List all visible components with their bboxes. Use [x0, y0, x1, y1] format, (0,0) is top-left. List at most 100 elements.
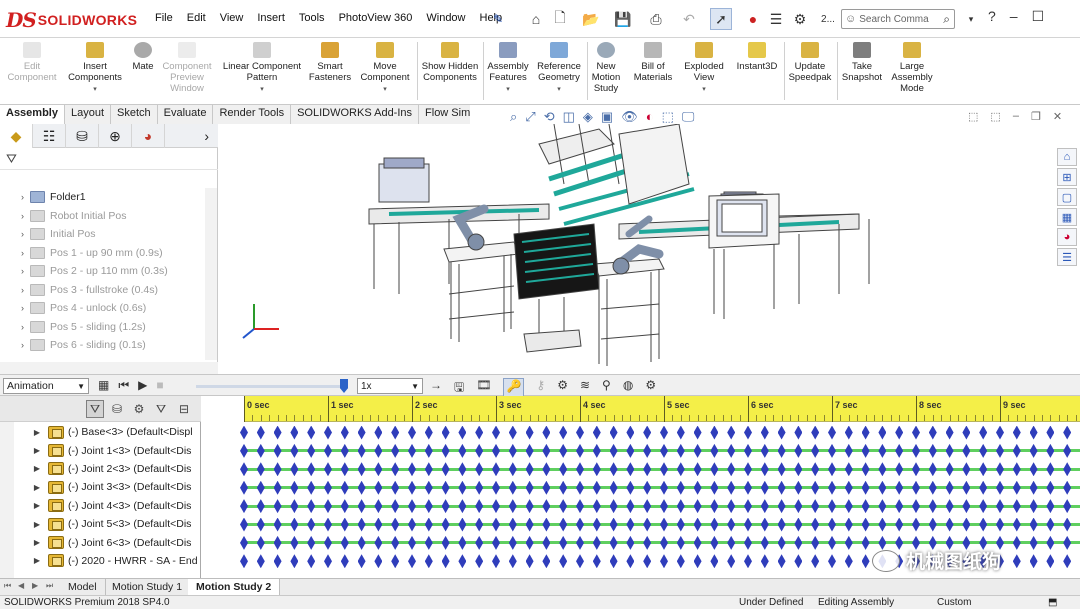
- keyframe-icon[interactable]: [777, 517, 786, 532]
- keyframe-icon[interactable]: [240, 499, 248, 514]
- keyframe-icon[interactable]: [307, 480, 316, 495]
- keyframe-icon[interactable]: [542, 462, 551, 477]
- keyframe-icon[interactable]: [760, 554, 769, 569]
- keyframe-icon[interactable]: [710, 499, 719, 514]
- keyframe-icon[interactable]: [559, 499, 568, 514]
- keyframe-icon[interactable]: [1029, 535, 1038, 550]
- keyframe-icon[interactable]: [408, 425, 416, 440]
- keyframe-icon[interactable]: [777, 535, 786, 550]
- tab-model[interactable]: Model: [60, 579, 106, 595]
- keyframe-icon[interactable]: [240, 554, 248, 569]
- keyframe-icon[interactable]: [945, 443, 954, 458]
- keyframe-icon[interactable]: [576, 517, 584, 532]
- keyframe-icon[interactable]: [374, 517, 383, 532]
- undo-icon[interactable]: ↶: [676, 8, 702, 30]
- keyframe-icon[interactable]: [340, 554, 349, 569]
- pin-icon[interactable]: ✎: [493, 12, 503, 26]
- keyframe-icon[interactable]: [256, 443, 265, 458]
- keyframe-icon[interactable]: [777, 462, 786, 477]
- keyframe-icon[interactable]: [878, 499, 887, 514]
- view-palette-icon[interactable]: ▦: [1057, 208, 1077, 226]
- keyframe-icon[interactable]: [1012, 425, 1021, 440]
- keyframe-icon[interactable]: [794, 517, 803, 532]
- keyframe-icon[interactable]: [240, 480, 248, 495]
- keyframe-icon[interactable]: [441, 480, 450, 495]
- keyframe-icon[interactable]: [895, 443, 904, 458]
- keyframe-icon[interactable]: [1012, 517, 1021, 532]
- keyframe-icon[interactable]: [357, 443, 366, 458]
- options-gear-icon[interactable]: ⚙: [788, 8, 812, 30]
- keyframe-icon[interactable]: [710, 517, 719, 532]
- keyframe-icon[interactable]: [542, 499, 551, 514]
- keyframe-icon[interactable]: [475, 480, 484, 495]
- study-type-select[interactable]: Animation ▼: [3, 378, 89, 394]
- keyframe-icon[interactable]: [391, 535, 400, 550]
- keyframe-icon[interactable]: [290, 554, 299, 569]
- keyframe-icon[interactable]: [744, 554, 752, 569]
- keyframe-icon[interactable]: [374, 535, 383, 550]
- keyframe-icon[interactable]: [458, 554, 467, 569]
- home-icon[interactable]: ⌂: [525, 8, 547, 30]
- keyframe-icon[interactable]: [1012, 499, 1021, 514]
- keyframe-icon[interactable]: [1063, 480, 1072, 495]
- menu-photoview[interactable]: PhotoView 360: [332, 12, 420, 24]
- keyframe-icon[interactable]: [609, 554, 618, 569]
- keyframe-icon[interactable]: [441, 462, 450, 477]
- keyframe-icon[interactable]: [1046, 425, 1055, 440]
- keyframe-icon[interactable]: [727, 425, 736, 440]
- menu-insert[interactable]: Insert: [250, 12, 292, 24]
- keyframe-icon[interactable]: [996, 499, 1004, 514]
- keyframe-icon[interactable]: [290, 517, 299, 532]
- keyframe-icon[interactable]: [576, 535, 584, 550]
- show-hidden-components-button[interactable]: Show Hidden Components: [420, 42, 480, 83]
- keyframe-icon[interactable]: [441, 554, 450, 569]
- keyframe-icon[interactable]: [592, 425, 601, 440]
- keyframe-icon[interactable]: [760, 535, 769, 550]
- keyframe-icon[interactable]: [794, 462, 803, 477]
- motion-tree-row[interactable]: ▶ (-) Base<3> (Default<Displ: [0, 423, 198, 441]
- keyframe-icon[interactable]: [744, 462, 752, 477]
- keyframe-icon[interactable]: [340, 499, 349, 514]
- tree-item[interactable]: › Pos 2 - up 110 mm (0.3s): [0, 262, 205, 281]
- keyframe-icon[interactable]: [374, 425, 383, 440]
- keyframe-icon[interactable]: [744, 480, 752, 495]
- keyframe-icon[interactable]: [475, 517, 484, 532]
- keyframe-icon[interactable]: [424, 535, 433, 550]
- keyframe-icon[interactable]: [1046, 554, 1055, 569]
- keyframe-icon[interactable]: [525, 425, 534, 440]
- keyframe-icon[interactable]: [861, 517, 870, 532]
- keyframe-icon[interactable]: [828, 462, 836, 477]
- keyframe-icon[interactable]: [357, 480, 366, 495]
- keyframe-icon[interactable]: [408, 499, 416, 514]
- keyframe-icon[interactable]: [861, 499, 870, 514]
- keyframe-icon[interactable]: [1063, 499, 1072, 514]
- keyframe-icon[interactable]: [945, 517, 954, 532]
- keyframe-icon[interactable]: [357, 462, 366, 477]
- feature-manager-tab-icon[interactable]: ◆: [0, 124, 33, 148]
- filter-animated-icon[interactable]: ⛛: [86, 400, 104, 418]
- keyframe-icon[interactable]: [609, 480, 618, 495]
- keyframe-icon[interactable]: [290, 480, 299, 495]
- keyframe-icon[interactable]: [408, 443, 416, 458]
- keyframe-icon[interactable]: [912, 443, 920, 458]
- view-settings-icon[interactable]: 🖵: [682, 109, 695, 125]
- keyframe-icon[interactable]: [273, 535, 282, 550]
- keyframe-icon[interactable]: [727, 554, 736, 569]
- keyframe-icon[interactable]: [256, 517, 265, 532]
- keyframe-icon[interactable]: [626, 554, 635, 569]
- keyframe-icon[interactable]: [542, 480, 551, 495]
- keyframe-icon[interactable]: [592, 554, 601, 569]
- keyframe-icon[interactable]: [424, 480, 433, 495]
- keyframe-icon[interactable]: [559, 554, 568, 569]
- keyframe-icon[interactable]: [710, 425, 719, 440]
- keyframe-icon[interactable]: [828, 535, 836, 550]
- keyframe-icon[interactable]: [878, 517, 887, 532]
- playback-slider-track[interactable]: [196, 385, 346, 388]
- menu-tools[interactable]: Tools: [292, 12, 332, 24]
- viewport-minimize-icon[interactable]: –: [1013, 110, 1019, 123]
- keyframe-icon[interactable]: [576, 462, 584, 477]
- keyframe-icon[interactable]: [962, 499, 971, 514]
- keyframe-icon[interactable]: [794, 443, 803, 458]
- file-properties-icon[interactable]: ☰: [765, 8, 787, 30]
- keyframe-icon[interactable]: [1063, 425, 1072, 440]
